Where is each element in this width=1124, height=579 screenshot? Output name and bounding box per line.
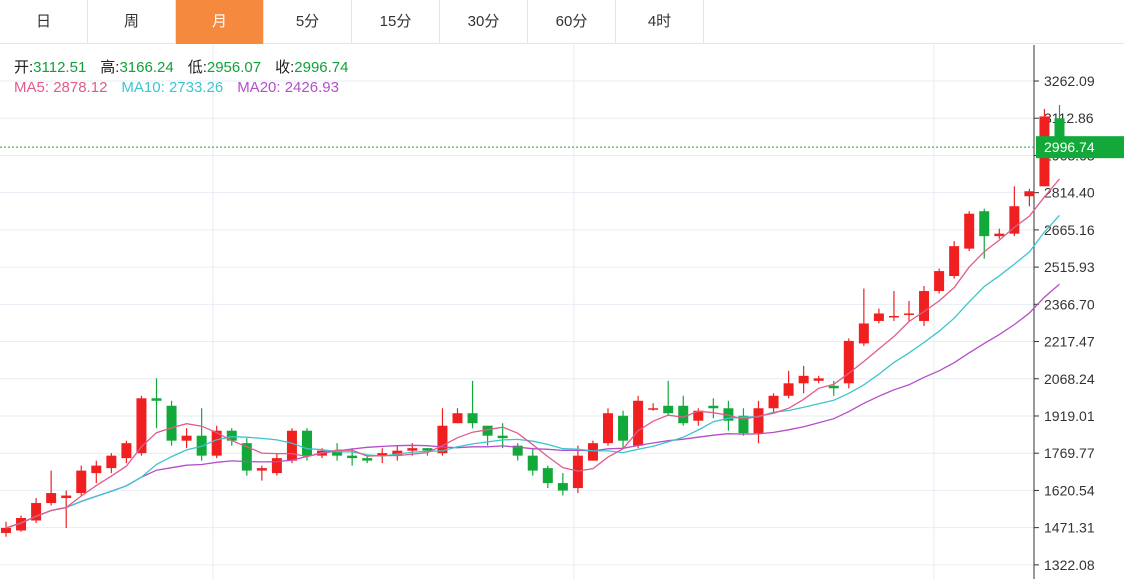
ma20-label: MA20: [237,79,281,96]
candle-down [302,430,312,456]
candle-down [467,413,478,424]
y-tick-label: 1769.77 [1044,445,1095,461]
candle-up [768,395,779,409]
open-value: 3112.51 [33,59,87,76]
candle-up [603,413,613,444]
y-tick-label: 1322.08 [1044,557,1095,573]
candle-up [452,413,463,424]
y-tick-label: 1919.01 [1044,408,1095,424]
candle-down [979,211,990,237]
open-label: 开: [14,59,34,76]
y-tick-label: 2217.47 [1044,334,1095,350]
candle-down [422,448,433,451]
candle-up [286,430,297,461]
candle-up [121,443,132,459]
candle-up [407,448,418,451]
candle-up [136,398,147,454]
y-tick-label: 3262.09 [1044,73,1095,89]
current-price-tag-text: 2996.74 [1044,139,1095,155]
candle-up [798,375,809,384]
y-tick-label: 1620.54 [1044,482,1095,498]
candle-up [888,315,899,318]
candle-down [497,435,508,439]
candle-up [753,408,764,434]
close-value: 2996.74 [294,59,349,76]
low-label: 低: [187,59,207,76]
candle-up [61,495,72,499]
low-value: 2956.07 [206,59,262,76]
candle-up [1024,191,1035,197]
candle-up [572,455,583,489]
candle-up [256,468,267,471]
y-tick-label: 2366.70 [1044,296,1095,312]
y-tick-label: 2814.40 [1044,185,1095,201]
candle-down [527,455,538,471]
candle-down [828,385,839,389]
close-label: 收: [275,59,295,76]
candle-up [813,378,824,381]
ma20-value: 2426.93 [284,79,339,96]
candle-up [648,408,659,410]
candle-up [76,470,87,494]
candle-up [858,323,869,344]
candle-up [783,383,794,396]
ma5-line [5,178,1060,529]
ma20-line [5,283,1060,529]
candle-up [437,425,448,454]
candle-down [362,458,373,461]
candle-down [618,415,629,441]
candle-up [994,233,1005,237]
candle-down [663,405,674,414]
y-tick-label: 2515.93 [1044,259,1095,275]
candle-up [587,443,598,461]
candle-up [964,213,975,249]
candle-down [708,405,719,409]
high-value: 3166.24 [119,59,174,76]
candle-up [271,458,282,474]
candle-up [181,435,192,441]
candle-down [347,455,358,459]
ma10-line [5,214,1060,529]
candle-down [678,405,689,424]
candle-up [934,271,945,292]
ma10-label: MA10: [121,79,165,96]
candle-up [1,527,11,533]
y-tick-label: 3112.86 [1044,110,1094,126]
candle-up [46,493,57,504]
ohlc-info: 开:3112.51 高:3166.24 低:2956.07 收:2996.74 [14,56,349,77]
high-label: 高: [100,59,120,76]
candle-up [106,455,117,469]
candle-down [151,398,162,401]
y-tick-label: 2068.24 [1044,371,1095,387]
candle-down [542,468,553,484]
candle-up [843,340,854,384]
ma10-value: 2733.26 [168,79,224,96]
candle-up [633,400,644,446]
candle-up [949,246,960,277]
candle-up [873,313,884,321]
ma5-value: 2878.12 [53,79,108,96]
candle-down [557,483,568,491]
y-tick-label: 1471.31 [1044,520,1095,536]
candle-up [904,313,914,315]
ma5-label: MA5: [14,79,50,96]
ma-info: MA5: 2878.12 MA10: 2733.26 MA20: 2426.93 [14,79,339,96]
candle-up [919,291,930,321]
candle-up [91,465,102,474]
candle-down [166,405,177,441]
